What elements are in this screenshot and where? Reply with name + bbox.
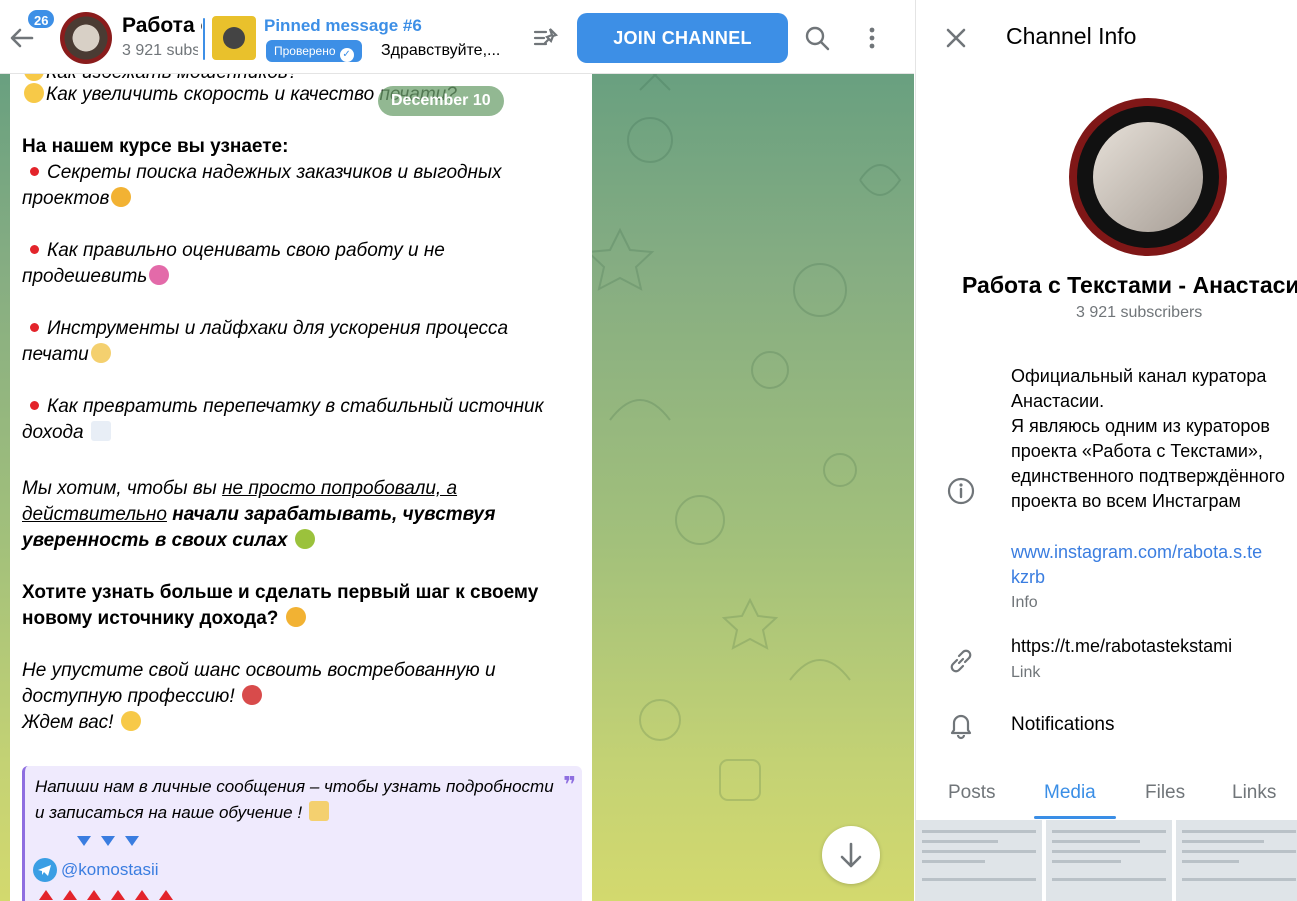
close-button[interactable] [942, 24, 970, 52]
media-thumbnail[interactable] [916, 820, 1042, 901]
message-line: Хотите узнать больше и сделать первый ша… [22, 582, 539, 603]
red-dot-icon [30, 401, 39, 411]
message-bubble: Как избежать мошенников? Как увеличить с… [10, 56, 592, 901]
channel-avatar[interactable] [60, 12, 112, 64]
message-line: новому источнику дохода? [22, 606, 308, 632]
notifications-toggle[interactable]: Notifications [1011, 714, 1115, 736]
pinned-list-icon [533, 28, 559, 46]
verified-badge-label: Проверено [274, 44, 336, 58]
date-separator: December 10 [378, 86, 504, 116]
message-line: На нашем курсе вы узнаете: [22, 136, 289, 157]
money-bag-emoji-icon [294, 529, 315, 549]
channel-name-large: Работа с Текстами - Анастасия [962, 272, 1297, 298]
quote-icon: ❞ [563, 772, 576, 797]
message-line: уверенность в своих силах [22, 528, 317, 554]
instagram-link[interactable]: www.instagram.com/rabota.s.te kzrb [1011, 540, 1262, 590]
red-dot-icon [30, 323, 39, 333]
media-thumbnail[interactable] [1046, 820, 1172, 901]
check-icon: ✓ [339, 48, 354, 62]
channel-link[interactable]: https://t.me/rabotastekstami [1011, 636, 1232, 657]
verified-badge: Проверено ✓ [266, 40, 362, 62]
up-arrow-icon [111, 890, 125, 900]
media-thumbnail[interactable] [1176, 820, 1297, 901]
chat-pane: Как избежать мошенников? Как увеличить с… [0, 0, 914, 901]
message-line: Не упустите свой шанс освоить востребова… [22, 660, 496, 681]
message-line: Мы хотим, чтобы вы не просто попробовали… [22, 478, 458, 499]
info-row-label: Info [1011, 594, 1038, 611]
down-arrow-icon [77, 836, 91, 846]
pinned-message-thumbnail[interactable] [212, 16, 256, 60]
channel-name[interactable]: Работа с Текстами - Анастасия [122, 14, 202, 38]
chat-header: 26 Работа с Текстами - Анастасия 3 921 s… [0, 0, 914, 74]
avatar-photo [1093, 122, 1203, 232]
emoji-icon [120, 711, 141, 731]
message-line: печати [22, 342, 113, 368]
join-channel-button[interactable]: JOIN CHANNEL [577, 13, 788, 63]
channel-avatar-large[interactable] [1069, 98, 1227, 256]
emoji-icon [308, 801, 329, 821]
up-arrow-icon [135, 890, 149, 900]
emoji-icon [90, 343, 111, 363]
emoji-icon [241, 685, 262, 705]
red-dot-icon [30, 245, 39, 255]
pinned-message-preview[interactable]: Здравствуйте,... [381, 42, 513, 60]
search-button[interactable] [803, 24, 831, 52]
panel-title: Channel Info [1006, 23, 1137, 49]
pinned-divider [203, 18, 205, 60]
up-arrow-icon [159, 890, 173, 900]
unread-badge: 26 [26, 8, 57, 30]
message-line: Как правильно оценивать свою работу и не [22, 238, 445, 264]
channel-info-panel: Channel Info Работа с Текстами - Анастас… [915, 0, 1297, 901]
message-line: Секреты поиска надежных заказчиков и выг… [22, 160, 501, 186]
message-line: Инструменты и лайфхаки для ускорения про… [22, 316, 508, 342]
message-line: доступную профессию! [22, 684, 264, 710]
close-icon [946, 28, 966, 48]
handshake-emoji-icon [111, 187, 132, 207]
media-tabs: Posts Media Files Links [916, 770, 1297, 820]
more-vertical-icon [869, 27, 875, 49]
link-icon [946, 646, 976, 676]
quote-line: Напиши нам в личные сообщения – чтобы уз… [35, 777, 554, 796]
tab-media[interactable]: Media [1044, 782, 1096, 804]
info-icon [946, 476, 976, 506]
channel-description: Официальный канал куратора Анастасии. Я … [1011, 366, 1285, 511]
channel-subscribers: 3 921 subscribers [122, 42, 198, 59]
down-arrow-icon [101, 836, 115, 846]
message-line: действительно начали зарабатывать, чувст… [22, 504, 496, 525]
purse-emoji-icon [149, 265, 170, 285]
red-dot-icon [30, 167, 39, 177]
down-arrow-icon [125, 836, 139, 846]
tab-files[interactable]: Files [1145, 782, 1185, 804]
channel-subscribers-large: 3 921 subscribers [1076, 304, 1203, 321]
message-line: Как превратить перепечатку в стабильный … [22, 394, 544, 420]
up-arrow-icon [87, 890, 101, 900]
arrow-down-icon [840, 842, 862, 868]
active-tab-indicator [1034, 816, 1116, 819]
message-line: Ждем вас! [22, 710, 143, 736]
bell-icon [946, 710, 976, 740]
chart-emoji-icon [90, 421, 111, 441]
more-button[interactable] [858, 24, 886, 52]
telegram-icon [33, 858, 57, 882]
message-line: дохода [22, 420, 113, 446]
search-icon [805, 26, 830, 51]
message-line: продешевить [22, 264, 171, 290]
quote-block: ❞ Напиши нам в личные сообщения – чтобы … [22, 766, 582, 901]
quote-line: и записаться на наше обучение ! [35, 800, 331, 826]
pinned-list-button[interactable] [532, 24, 560, 52]
pinned-message-title[interactable]: Pinned message #6 [264, 16, 422, 36]
emoji-icon [24, 83, 44, 103]
link-row-label: Link [1011, 664, 1041, 681]
telegram-handle-link[interactable]: @komostasii [61, 860, 159, 880]
tab-posts[interactable]: Posts [948, 782, 996, 804]
scroll-down-button[interactable] [822, 826, 880, 884]
up-arrow-icon [63, 890, 77, 900]
up-arrow-icon [39, 890, 53, 900]
media-grid [916, 820, 1297, 901]
message-line: проектов [22, 186, 133, 212]
tab-links[interactable]: Links [1232, 782, 1276, 804]
emoji-icon [285, 607, 306, 627]
